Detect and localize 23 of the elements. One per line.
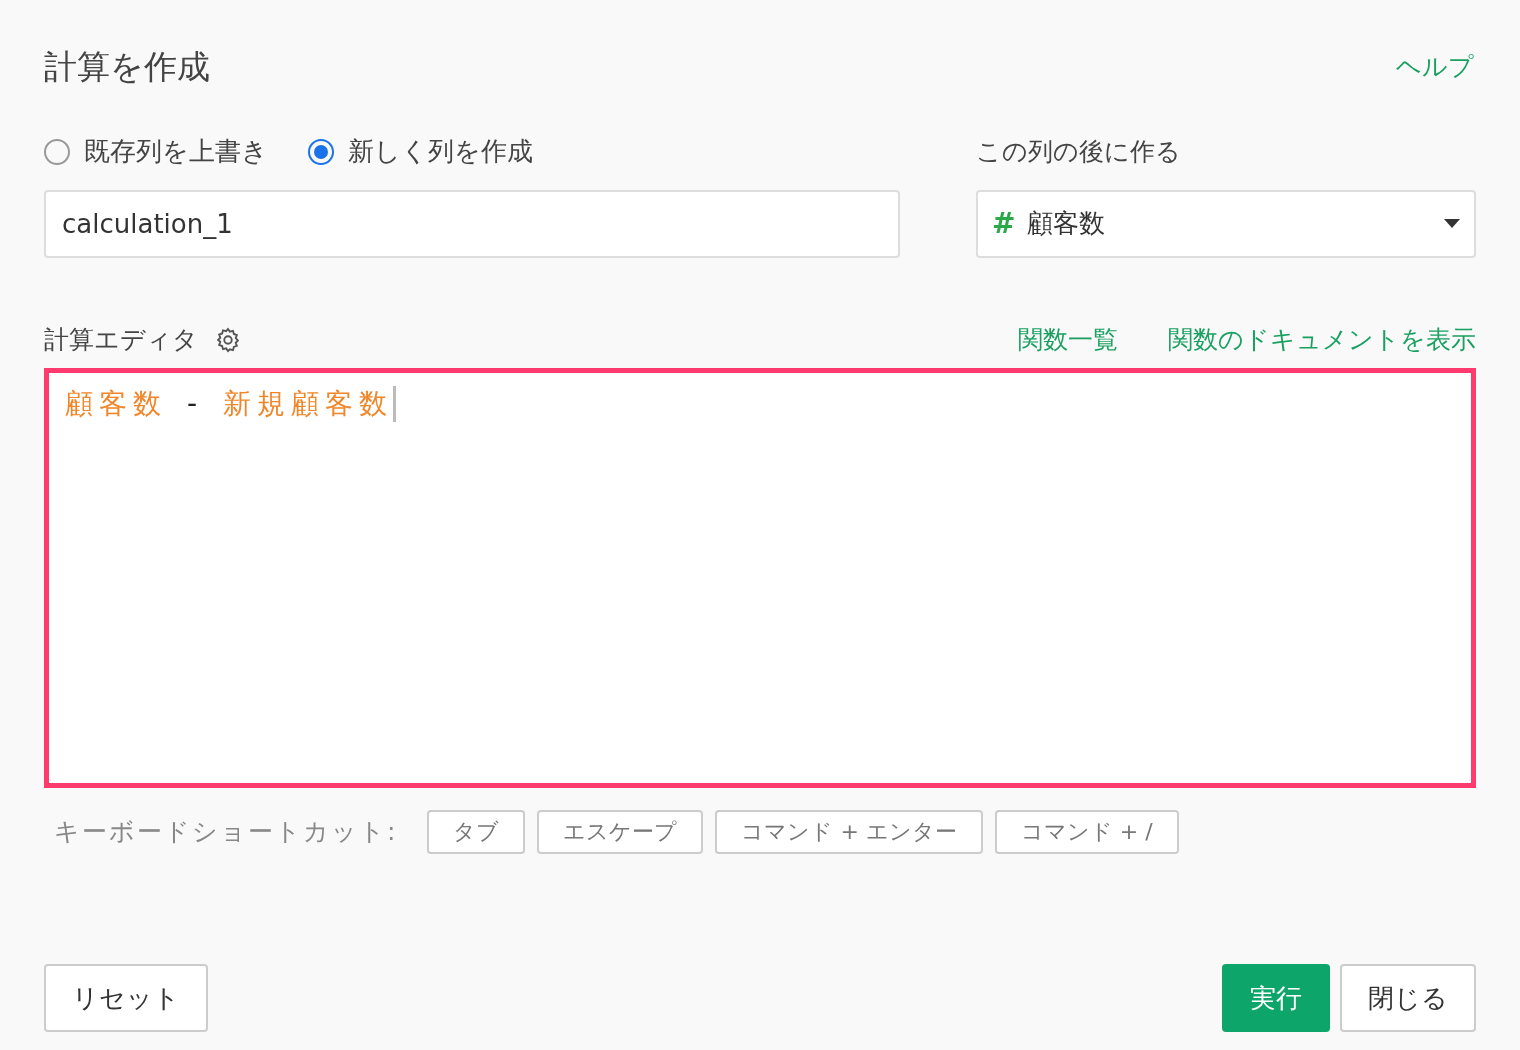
- text-cursor: [393, 385, 397, 422]
- shortcut-key: コマンド + /: [994, 809, 1179, 854]
- reset-button[interactable]: リセット: [44, 964, 208, 1032]
- close-button[interactable]: 閉じる: [1340, 964, 1476, 1032]
- settings-icon[interactable]: [214, 325, 242, 354]
- formula-editor[interactable]: 顧客数 - 新規顧客数: [44, 367, 1476, 788]
- column-token: 新規顧客数: [223, 385, 394, 422]
- shortcuts-label: キーボードショートカット:: [54, 815, 398, 848]
- dropdown-value: 顧客数: [1027, 207, 1107, 240]
- column-name-field[interactable]: calculation_1: [44, 189, 900, 258]
- position-label: この列の後に作る: [976, 135, 1182, 168]
- number-type-icon: #: [992, 202, 1016, 245]
- column-token: 顧客数: [65, 385, 167, 422]
- shortcut-key: エスケープ: [537, 809, 704, 854]
- caret-icon: [1444, 219, 1460, 228]
- dialog-title: 計算を作成: [44, 46, 210, 88]
- mode-radio[interactable]: 新しく列を作成: [308, 132, 533, 171]
- position-dropdown[interactable]: # 顧客数: [976, 189, 1476, 258]
- shortcut-key: コマンド + エンター: [715, 809, 983, 854]
- mode-radio[interactable]: 既存列を上書き: [44, 132, 268, 171]
- operator-token: -: [187, 385, 204, 422]
- shortcut-key: タブ: [427, 809, 526, 854]
- editor-label: 計算エディタ: [44, 323, 198, 356]
